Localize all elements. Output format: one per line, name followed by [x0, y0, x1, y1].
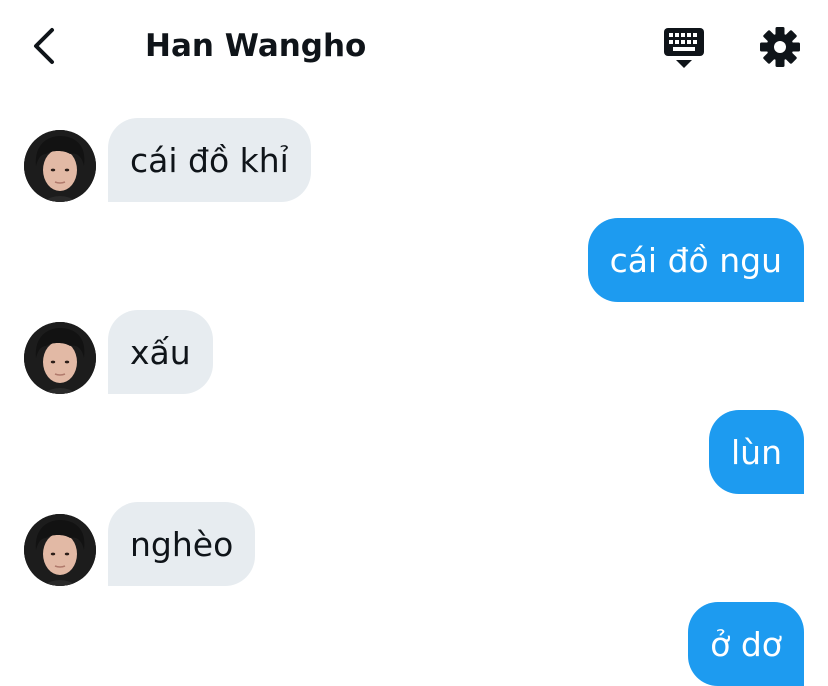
- chevron-left-icon: [34, 28, 54, 64]
- message-row: lùn: [0, 410, 828, 494]
- outgoing-message-bubble[interactable]: lùn: [709, 410, 804, 494]
- outgoing-message-bubble[interactable]: ở dơ: [688, 602, 804, 686]
- gear-icon: [760, 27, 800, 67]
- back-button[interactable]: [28, 24, 64, 68]
- outgoing-message-bubble[interactable]: cái đồ ngu: [587, 218, 804, 302]
- message-row: xấu: [0, 310, 828, 394]
- message-row: cái đồ khỉ: [0, 118, 828, 202]
- conversation-title: Han Wangho: [145, 28, 367, 64]
- avatar[interactable]: [24, 130, 96, 202]
- settings-button[interactable]: [756, 23, 804, 71]
- conversation-header: Han Wangho: [0, 0, 828, 96]
- incoming-message-bubble[interactable]: xấu: [108, 310, 213, 394]
- avatar[interactable]: [24, 514, 96, 586]
- keyboard-button[interactable]: [660, 24, 708, 72]
- incoming-message-bubble[interactable]: nghèo: [108, 502, 256, 586]
- keyboard-icon: [664, 28, 704, 68]
- avatar-photo: [24, 130, 96, 202]
- avatar-photo: [24, 322, 96, 394]
- message-row: ở dơ: [0, 602, 828, 686]
- avatar-photo: [24, 514, 96, 586]
- avatar[interactable]: [24, 322, 96, 394]
- incoming-message-bubble[interactable]: cái đồ khỉ: [108, 118, 311, 202]
- message-row: nghèo: [0, 502, 828, 586]
- message-row: cái đồ ngu: [0, 218, 828, 302]
